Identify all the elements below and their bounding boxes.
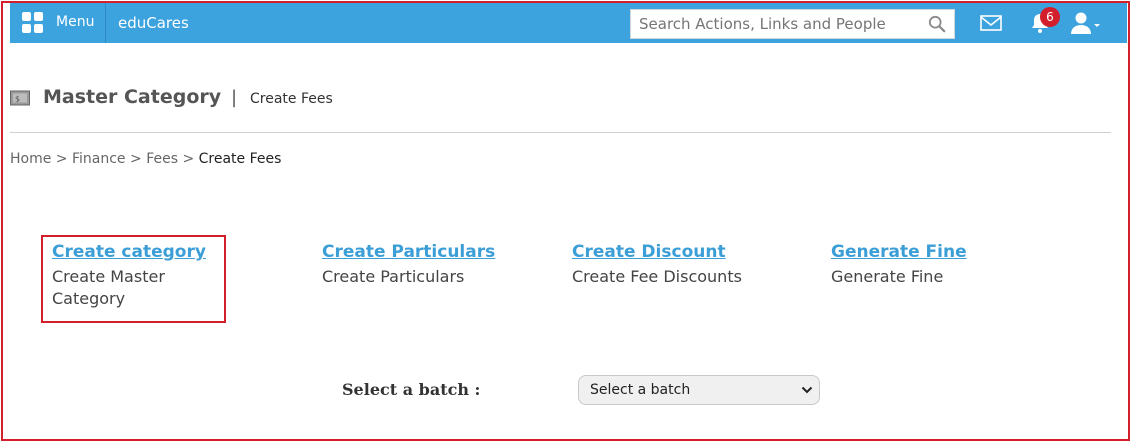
money-icon: $: [10, 90, 30, 106]
breadcrumb: Home > Finance > Fees > Create Fees: [10, 151, 281, 167]
create-particulars-link[interactable]: Create Particulars: [322, 242, 495, 262]
option-description: Create Master Category: [52, 267, 165, 308]
svg-text:$: $: [15, 95, 20, 104]
search-icon[interactable]: [928, 15, 946, 33]
menu-button[interactable]: Menu: [10, 3, 106, 43]
notification-badge: 6: [1040, 7, 1060, 27]
breadcrumb-fees[interactable]: Fees: [146, 151, 178, 167]
mail-icon[interactable]: [980, 14, 1002, 32]
option-create-discount: Create Discount Create Fee Discounts: [572, 242, 742, 288]
option-create-particulars: Create Particulars Create Particulars: [322, 242, 495, 288]
header-divider: [10, 132, 1111, 133]
breadcrumb-separator: >: [55, 151, 68, 167]
breadcrumb-home[interactable]: Home: [10, 151, 51, 167]
option-generate-fine: Generate Fine Generate Fine: [831, 242, 967, 288]
option-description: Create Particulars: [322, 267, 465, 286]
option-description: Create Fee Discounts: [572, 267, 742, 286]
grid-icon: [22, 12, 44, 34]
page-subtitle: Create Fees: [250, 91, 333, 107]
screenshot-frame: [1, 1, 1130, 441]
search-box: [630, 9, 955, 39]
generate-fine-link[interactable]: Generate Fine: [831, 242, 967, 262]
chevron-down-icon: [801, 386, 813, 394]
search-input[interactable]: [631, 10, 921, 38]
title-separator: |: [231, 87, 238, 108]
batch-select-value: Select a batch: [590, 382, 691, 398]
option-description: Generate Fine: [831, 267, 944, 286]
brand-name[interactable]: eduCares: [118, 14, 189, 32]
menu-label: Menu: [56, 14, 95, 30]
create-discount-link[interactable]: Create Discount: [572, 242, 742, 262]
breadcrumb-separator: >: [182, 151, 195, 167]
page-title: Master Category: [43, 86, 222, 108]
option-create-category: Create category Create Master Category: [52, 242, 222, 310]
user-icon[interactable]: [1070, 11, 1102, 35]
batch-label: Select a batch :: [342, 380, 481, 399]
breadcrumb-finance[interactable]: Finance: [72, 151, 126, 167]
breadcrumb-separator: >: [130, 151, 142, 167]
batch-select[interactable]: Select a batch: [578, 375, 820, 405]
breadcrumb-current: Create Fees: [198, 151, 282, 167]
create-category-link[interactable]: Create category: [52, 242, 222, 262]
top-navigation-bar: Menu eduCares 6: [10, 3, 1127, 43]
